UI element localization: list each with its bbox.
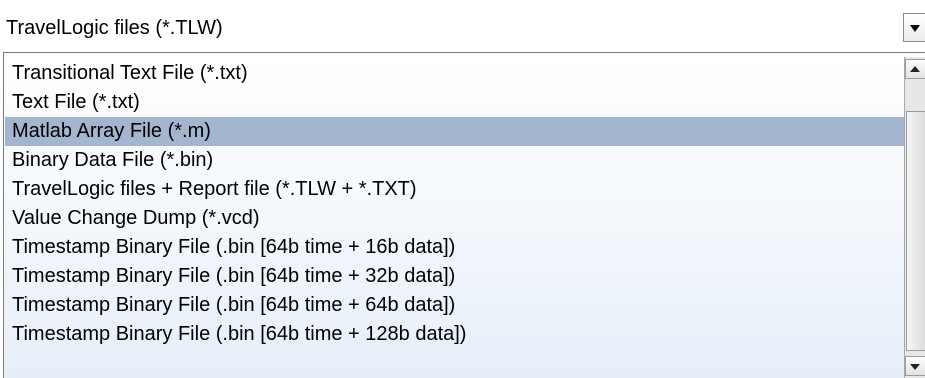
list-item[interactable]: Text File (*.txt) <box>5 88 905 117</box>
chevron-down-icon <box>910 25 920 32</box>
scroll-thumb[interactable] <box>906 111 925 351</box>
file-type-select[interactable]: TravelLogic files (*.TLW) <box>0 0 925 48</box>
file-type-list: Transitional Text File (*.txt) Text File… <box>3 52 925 378</box>
arrow-up-icon <box>910 66 920 72</box>
selected-file-type: TravelLogic files (*.TLW) <box>6 17 223 39</box>
dropdown-button[interactable] <box>903 13 925 42</box>
list-item-selected[interactable]: Matlab Array File (*.m) <box>5 117 905 146</box>
scroll-down-button[interactable] <box>905 356 925 376</box>
list-item[interactable]: Timestamp Binary File (.bin [64b time + … <box>5 320 905 349</box>
vertical-scrollbar[interactable] <box>904 57 925 378</box>
list-item[interactable]: Transitional Text File (*.txt) <box>5 59 905 88</box>
list-item[interactable]: Value Change Dump (*.vcd) <box>5 204 905 233</box>
list-item[interactable]: Timestamp Binary File (.bin [64b time + … <box>5 233 905 262</box>
file-type-combobox: TravelLogic files (*.TLW) Transitional T… <box>0 0 925 378</box>
list-item[interactable]: Timestamp Binary File (.bin [64b time + … <box>5 291 905 320</box>
list-item[interactable]: Binary Data File (*.bin) <box>5 146 905 175</box>
arrow-down-icon <box>910 364 920 370</box>
list-item[interactable]: Timestamp Binary File (.bin [64b time + … <box>5 262 905 291</box>
list-item[interactable]: TravelLogic files + Report file (*.TLW +… <box>5 175 905 204</box>
scroll-up-button[interactable] <box>905 59 925 79</box>
